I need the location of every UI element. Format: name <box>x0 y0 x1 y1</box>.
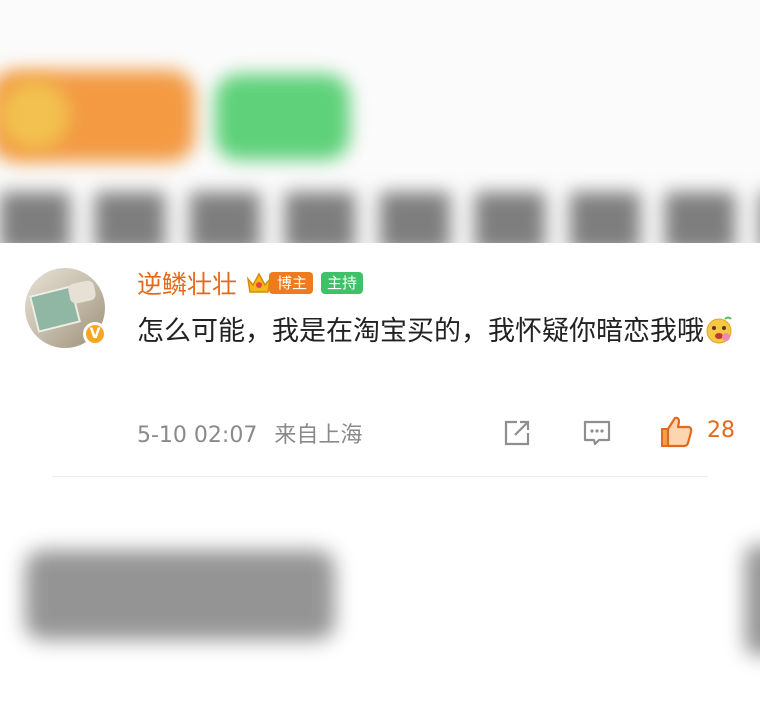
avatar-container[interactable]: V <box>25 268 107 348</box>
divider <box>52 476 708 477</box>
comment-text: 怎么可能，我是在淘宝买的，我怀疑你暗恋我哦 <box>137 316 704 347</box>
comment-card: V 逆鳞壮壮 博主 主持 怎么可能，我是在淘宝买的，我怀疑你暗恋我哦 5-10 … <box>0 243 760 520</box>
emoji-icon <box>704 312 734 344</box>
comment-header: 逆鳞壮壮 博主 主持 <box>137 265 364 301</box>
blurred-text <box>0 192 760 243</box>
share-icon[interactable] <box>501 417 533 449</box>
comment-icon[interactable] <box>581 417 613 449</box>
blogger-badge: 博主 <box>269 272 314 294</box>
comment-text-container: 怎么可能，我是在淘宝买的，我怀疑你暗恋我哦 <box>137 307 737 356</box>
blurred-badge-green <box>215 74 350 160</box>
location: 来自上海 <box>274 423 363 448</box>
blurred-background-top <box>0 0 760 243</box>
comment-meta: 5-10 02:07 来自上海 <box>137 417 372 449</box>
username[interactable]: 逆鳞壮壮 <box>137 265 237 301</box>
like-icon[interactable] <box>659 414 695 450</box>
host-badge: 主持 <box>321 272 364 294</box>
timestamp: 5-10 02:07 <box>137 423 258 448</box>
crown-icon <box>245 269 273 297</box>
blurred-background-bottom <box>0 520 760 720</box>
like-count: 28 <box>707 418 735 443</box>
blurred-text-bottom <box>25 550 335 640</box>
blurred-crown <box>0 80 70 150</box>
verified-badge-icon: V <box>83 322 107 346</box>
blurred-edge-bottom <box>745 545 760 655</box>
